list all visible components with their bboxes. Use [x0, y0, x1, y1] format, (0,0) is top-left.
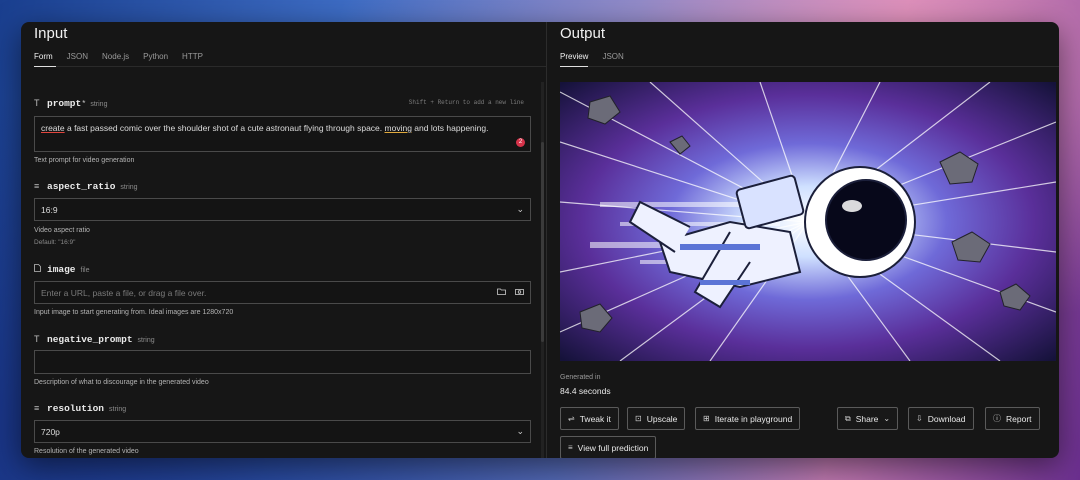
list-field-icon: ≡ [34, 181, 40, 191]
upscale-icon: ⊡ [635, 414, 642, 423]
share-button[interactable]: ⧉ Share ⌄ [837, 407, 899, 430]
view-full-prediction-button[interactable]: ≡ View full prediction [560, 436, 657, 458]
tab-json[interactable]: JSON [67, 52, 88, 61]
input-tabs: Form JSON Node.js Python HTTP [34, 52, 203, 61]
astronaut-illustration [560, 82, 1056, 361]
list-icon: ≡ [568, 443, 573, 452]
newline-hint: Shift + Return to add a new line [408, 99, 524, 106]
file-icon [34, 264, 42, 274]
tab-form[interactable]: Form [34, 52, 53, 61]
aspect-ratio-description: Video aspect ratio [34, 227, 90, 234]
negative-prompt-input[interactable] [34, 350, 531, 374]
chevron-down-icon: ⌄ [516, 204, 524, 214]
image-label: image file [34, 264, 89, 275]
prompt-input[interactable]: create a fast passed comic over the shou… [34, 116, 531, 152]
tab-http[interactable]: HTTP [182, 52, 203, 61]
chevron-down-icon: ⌄ [883, 414, 891, 423]
image-description: Input image to start generating from. Id… [34, 309, 234, 316]
generated-label: Generated in [560, 374, 601, 381]
folder-icon[interactable] [497, 288, 506, 297]
report-button[interactable]: ⓘ Report [985, 407, 1040, 430]
output-panel: Output Preview JSON Generated in 84.4 se… [547, 22, 1059, 458]
negative-prompt-description: Description of what to discourage in the… [34, 379, 209, 386]
input-title: Input [34, 25, 68, 42]
prompt-label: T prompt * string [34, 98, 108, 109]
tab-nodejs[interactable]: Node.js [102, 52, 129, 61]
aspect-ratio-select[interactable]: 16:9 ⌄ [34, 198, 531, 221]
tabs-divider [34, 66, 546, 67]
text-field-icon: T [34, 334, 40, 344]
aspect-ratio-default: Default: "16:9" [34, 239, 76, 246]
generated-time: 84.4 seconds [560, 386, 611, 396]
output-title: Output [560, 25, 606, 42]
chevron-down-icon: ⌄ [516, 426, 524, 436]
playground-icon: ⊞ [703, 414, 710, 423]
output-tabs: Preview JSON [560, 52, 624, 61]
active-tab-indicator [34, 66, 56, 67]
share-icon: ⧉ [845, 413, 851, 423]
text-field-icon: T [34, 98, 40, 108]
download-icon: ⇩ [916, 414, 923, 423]
aspect-ratio-label: ≡ aspect_ratio string [34, 181, 138, 192]
scrollbar-thumb[interactable] [541, 142, 544, 342]
tab-output-json[interactable]: JSON [602, 52, 623, 61]
app-window: Input Form JSON Node.js Python HTTP T pr… [21, 22, 1059, 458]
info-icon: ⓘ [993, 414, 1001, 423]
input-panel: Input Form JSON Node.js Python HTTP T pr… [21, 22, 546, 458]
required-marker: * [82, 99, 86, 108]
camera-icon[interactable] [515, 288, 524, 297]
spellcheck-badge[interactable]: 2 [516, 138, 525, 147]
resolution-label: ≡ resolution string [34, 403, 127, 414]
prompt-description: Text prompt for video generation [34, 157, 135, 164]
list-field-icon: ≡ [34, 403, 40, 413]
resolution-select[interactable]: 720p ⌄ [34, 420, 531, 443]
resolution-description: Resolution of the generated video [34, 448, 139, 455]
negative-prompt-label: T negative_prompt string [34, 334, 155, 345]
active-tab-indicator [560, 66, 588, 67]
tweak-button[interactable]: ⇌ Tweak it [560, 407, 619, 430]
output-video-preview[interactable] [560, 82, 1056, 361]
download-button[interactable]: ⇩ Download [908, 407, 974, 430]
image-input[interactable]: Enter a URL, paste a file, or drag a fil… [34, 281, 531, 304]
output-tabs-divider [560, 66, 1059, 67]
upscale-button[interactable]: ⊡ Upscale [627, 407, 686, 430]
iterate-playground-button[interactable]: ⊞ Iterate in playground [695, 407, 801, 430]
sliders-icon: ⇌ [568, 414, 575, 423]
tab-python[interactable]: Python [143, 52, 168, 61]
tab-preview[interactable]: Preview [560, 52, 588, 61]
